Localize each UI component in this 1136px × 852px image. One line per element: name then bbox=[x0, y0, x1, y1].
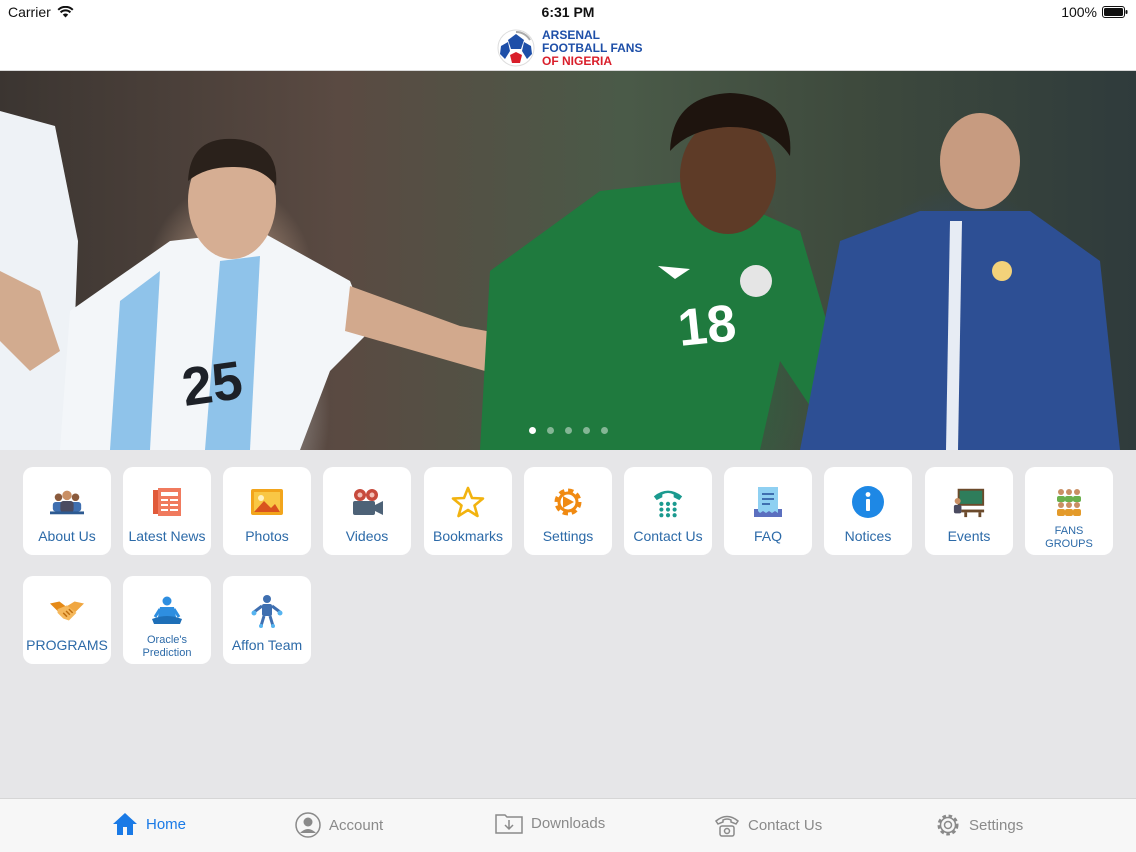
logo-line-2: FOOTBALL FANS bbox=[542, 40, 643, 55]
tile-label: Videos bbox=[345, 528, 389, 544]
tile-label: Affon Team bbox=[231, 637, 303, 653]
newspaper-icon bbox=[150, 485, 184, 519]
tile-label: Latest News bbox=[128, 528, 206, 544]
tile-videos[interactable]: Videos bbox=[323, 467, 411, 555]
tab-label: Contact Us bbox=[748, 816, 823, 834]
gear-icon bbox=[551, 485, 585, 519]
battery-icon bbox=[1102, 6, 1128, 18]
tile-oracles-prediction[interactable]: Oracle's Prediction bbox=[123, 576, 211, 664]
carousel-dot-1[interactable] bbox=[528, 427, 536, 434]
hero-photo: 25 18 bbox=[0, 93, 1120, 450]
tab-label: Account bbox=[329, 816, 384, 834]
team-member-icon bbox=[250, 594, 284, 628]
tile-label: Settings bbox=[542, 528, 594, 544]
football-logo-icon bbox=[497, 29, 535, 67]
info-icon bbox=[851, 485, 885, 519]
hero-carousel[interactable]: 25 18 bbox=[0, 71, 1136, 450]
battery-info: 100% bbox=[1061, 4, 1128, 20]
jersey-number-18: 18 bbox=[675, 294, 739, 358]
tile-fans-groups[interactable]: FANS GROUPS bbox=[1025, 467, 1113, 555]
tile-faq[interactable]: FAQ bbox=[724, 467, 812, 555]
star-icon bbox=[451, 485, 485, 519]
tile-photos[interactable]: Photos bbox=[223, 467, 311, 555]
jersey-number-25: 25 bbox=[178, 350, 246, 418]
tab-label: Downloads bbox=[531, 814, 606, 832]
tile-label: PROGRAMS bbox=[26, 637, 108, 653]
tab-contact-us[interactable]: Contact Us bbox=[714, 812, 822, 838]
video-camera-icon bbox=[350, 485, 384, 519]
battery-percent: 100% bbox=[1061, 4, 1097, 20]
carousel-dot-4[interactable] bbox=[582, 427, 590, 434]
logo-line-3: OF NIGERIA bbox=[542, 53, 613, 68]
tab-settings[interactable]: Settings bbox=[935, 812, 1023, 838]
tile-label: FANS GROUPS bbox=[1045, 525, 1093, 550]
tile-label: Notices bbox=[844, 528, 892, 544]
logo-line-1: ARSENAL bbox=[542, 27, 601, 42]
tile-latest-news[interactable]: Latest News bbox=[123, 467, 211, 555]
telephone-icon bbox=[651, 485, 685, 519]
tile-bookmarks[interactable]: Bookmarks bbox=[424, 467, 512, 555]
group-icon bbox=[50, 485, 84, 519]
tile-about-us[interactable]: About Us bbox=[23, 467, 111, 555]
tile-programs[interactable]: PROGRAMS bbox=[23, 576, 111, 664]
fans-groups-icon bbox=[1052, 485, 1086, 519]
tile-notices[interactable]: Notices bbox=[824, 467, 912, 555]
presentation-icon bbox=[952, 485, 986, 519]
tile-label: Oracle's Prediction bbox=[142, 634, 192, 659]
handshake-icon bbox=[50, 594, 84, 628]
tile-label: FAQ bbox=[753, 528, 782, 544]
tile-label: Contact Us bbox=[633, 528, 703, 544]
meditation-icon bbox=[150, 594, 184, 628]
tile-label: Events bbox=[947, 528, 991, 544]
logo-text: ARSENAL FOOTBALL FANS OF NIGERIA bbox=[542, 27, 643, 68]
tile-label: Photos bbox=[245, 528, 289, 544]
tile-contact-us[interactable]: Contact Us bbox=[624, 467, 712, 555]
app-header: ARSENAL FOOTBALL FANS OF NIGERIA bbox=[0, 24, 1136, 71]
tile-label: About Us bbox=[38, 528, 96, 544]
account-icon bbox=[295, 812, 321, 838]
carousel-dot-3[interactable] bbox=[564, 427, 572, 434]
bottom-tab-bar: Home Account Downloads Contact Us Settin… bbox=[0, 798, 1136, 852]
tab-downloads[interactable]: Downloads bbox=[495, 812, 605, 834]
tab-label: Home bbox=[146, 815, 187, 833]
download-folder-icon bbox=[495, 814, 523, 834]
phone-icon bbox=[714, 815, 740, 837]
app-logo[interactable]: ARSENAL FOOTBALL FANS OF NIGERIA bbox=[496, 26, 642, 70]
home-icon bbox=[113, 813, 137, 835]
gear-icon bbox=[937, 814, 959, 836]
carousel-dot-5[interactable] bbox=[600, 427, 608, 434]
photo-icon bbox=[250, 485, 284, 519]
tile-affon-team[interactable]: Affon Team bbox=[223, 576, 311, 664]
tile-label: Bookmarks bbox=[432, 528, 504, 544]
carousel-dot-2[interactable] bbox=[546, 427, 554, 434]
tile-settings[interactable]: Settings bbox=[524, 467, 612, 555]
tab-home[interactable]: Home bbox=[112, 812, 186, 836]
faq-document-icon bbox=[751, 485, 785, 519]
status-bar: Carrier 6:31 PM 100% bbox=[0, 0, 1136, 24]
tab-label: Settings bbox=[969, 816, 1024, 834]
status-time: 6:31 PM bbox=[541, 4, 595, 20]
tile-events[interactable]: Events bbox=[925, 467, 1013, 555]
carousel-pager[interactable] bbox=[0, 427, 1136, 434]
tab-account[interactable]: Account bbox=[295, 812, 383, 838]
